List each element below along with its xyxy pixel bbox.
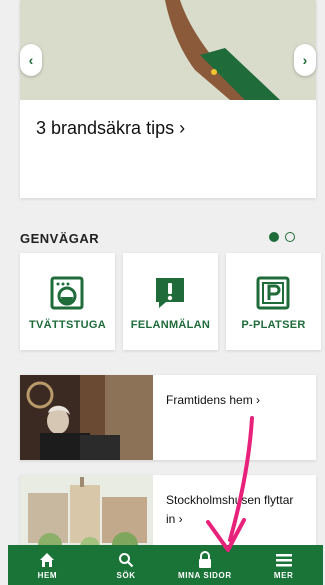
search-icon (118, 551, 134, 569)
menu-icon (275, 551, 293, 569)
shortcut-felanmalan[interactable]: FELANMÄLAN (123, 253, 218, 350)
chevron-left-icon: ‹ (28, 52, 34, 68)
carousel-prev-button[interactable]: ‹ (20, 44, 42, 76)
shortcut-p-platser[interactable]: P-PLATSER (226, 253, 321, 350)
shortcuts-heading: GENVÄGAR (20, 231, 100, 246)
article-title: Framtidens hem › (166, 393, 261, 407)
page-dot-2[interactable] (285, 232, 295, 242)
nav-label: MER (273, 570, 294, 580)
page-dot-1[interactable] (269, 232, 279, 242)
nav-label: SÖK (116, 570, 136, 580)
nav-search[interactable]: SÖK (91, 545, 161, 585)
chevron-right-icon: › (302, 52, 308, 68)
lock-icon (197, 551, 213, 569)
shortcuts-pagination[interactable] (269, 232, 295, 242)
nav-home[interactable]: HEM (12, 545, 82, 585)
shortcut-label: P-PLATSER (241, 319, 306, 331)
home-icon (39, 551, 55, 569)
promo-carousel-card[interactable]: 3 brandsäkra tips › (20, 0, 316, 198)
nav-label: MINA SIDOR (178, 570, 232, 580)
article-title: Stockholmshusen flyttar in › (166, 493, 294, 526)
article-thumbnail (20, 375, 153, 460)
bottom-navigation: HEM SÖK MINA SIDOR MER (8, 545, 323, 585)
shortcut-label: TVÄTTSTUGA (29, 319, 106, 331)
shortcut-tvattstuga[interactable]: TVÄTTSTUGA (20, 253, 115, 350)
alert-bubble-icon (152, 275, 188, 311)
article-card-framtidens-hem[interactable]: Framtidens hem › (20, 375, 316, 460)
carousel-next-button[interactable]: › (294, 44, 316, 76)
promo-title[interactable]: 3 brandsäkra tips › (36, 118, 185, 139)
shortcut-label: FELANMÄLAN (130, 319, 211, 331)
washing-machine-icon (49, 275, 85, 311)
promo-illustration (20, 0, 316, 100)
nav-label: HEM (37, 570, 58, 580)
nav-mina-sidor[interactable]: MINA SIDOR (170, 545, 240, 585)
parking-icon (255, 275, 291, 311)
nav-more[interactable]: MER (249, 545, 319, 585)
